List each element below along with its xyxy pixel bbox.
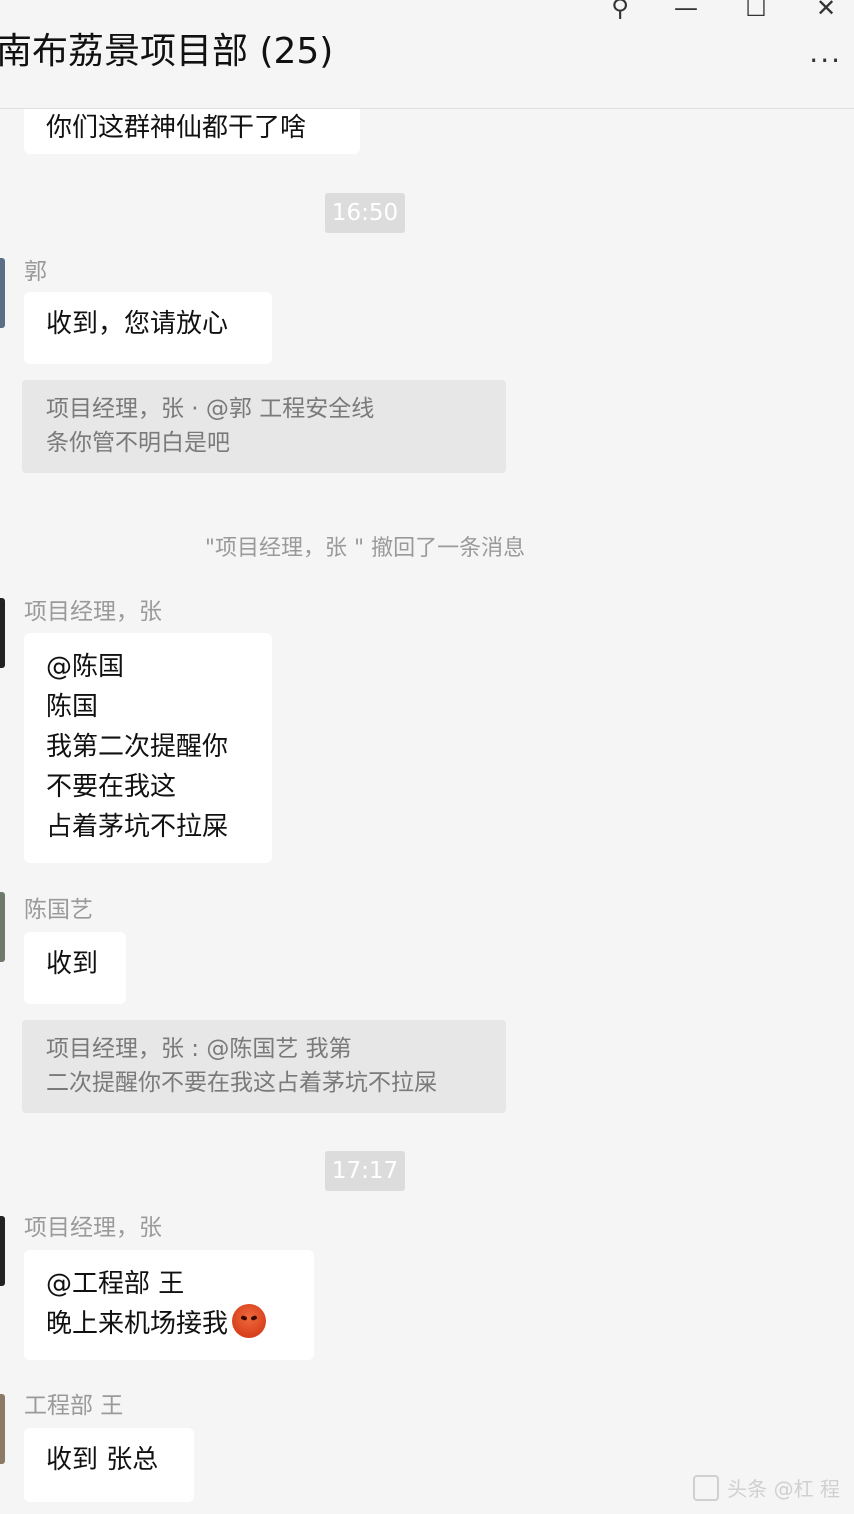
maximize-button[interactable]: ☐ bbox=[738, 0, 774, 24]
watermark: 头条 @杠 程 bbox=[693, 1473, 840, 1502]
message-bubble[interactable]: 收到 张总 bbox=[24, 1428, 194, 1502]
message-bubble[interactable]: 收到 bbox=[24, 932, 126, 1004]
chat-window: 你们这群神仙都干了啥 16:50 郭 收到，您请放心 项目经理，张 · @郭 工… bbox=[0, 0, 854, 1514]
message-text: 晚上来机场接我 bbox=[46, 1309, 229, 1339]
message-list[interactable]: 你们这群神仙都干了啥 16:50 郭 收到，您请放心 项目经理，张 · @郭 工… bbox=[0, 0, 854, 1514]
message-text: 占着茅坑不拉屎 bbox=[46, 812, 229, 842]
watermark-logo-icon bbox=[693, 1475, 720, 1501]
sender-name: 项目经理，张 bbox=[24, 599, 162, 625]
minimize-button[interactable]: — bbox=[668, 0, 704, 24]
message-bubble[interactable]: 收到，您请放心 bbox=[24, 292, 272, 364]
sender-name: 郭 bbox=[24, 259, 47, 285]
message-text: 你们这群神仙都干了啥 bbox=[46, 113, 307, 143]
message-text: 收到 bbox=[46, 949, 99, 979]
more-options-button[interactable]: ··· bbox=[809, 44, 842, 77]
message-text: 收到，您请放心 bbox=[46, 309, 229, 339]
message-text: 我第二次提醒你 bbox=[46, 732, 229, 762]
message-bubble[interactable]: @陈国 陈国 我第二次提醒你 不要在我这 占着茅坑不拉屎 bbox=[24, 633, 272, 863]
sender-name: 陈国艺 bbox=[24, 897, 93, 923]
quote-line: 条你管不明白是吧 bbox=[46, 430, 230, 456]
message-text: 收到 张总 bbox=[46, 1445, 159, 1475]
timestamp: 16:50 bbox=[325, 193, 405, 233]
watermark-text: 头条 @杠 程 bbox=[727, 1477, 840, 1501]
message-text: 陈国 bbox=[46, 692, 99, 722]
avatar[interactable] bbox=[0, 1216, 5, 1286]
message-text: @陈国 bbox=[46, 652, 125, 682]
quoted-message[interactable]: 项目经理，张 : @陈国艺 我第 二次提醒你不要在我这占着茅坑不拉屎 bbox=[22, 1020, 506, 1113]
quote-line: 二次提醒你不要在我这占着茅坑不拉屎 bbox=[46, 1070, 437, 1096]
angry-face-icon bbox=[232, 1304, 267, 1338]
pin-icon[interactable]: ⚲ bbox=[602, 0, 638, 24]
system-notice: "项目经理，张 " 撤回了一条消息 bbox=[204, 536, 526, 561]
sender-name: 工程部 王 bbox=[24, 1393, 124, 1419]
message-text: 不要在我这 bbox=[46, 772, 177, 802]
quoted-message[interactable]: 项目经理，张 · @郭 工程安全线 条你管不明白是吧 bbox=[22, 380, 506, 473]
title-bar: 南布荔景项目部 (25) ⚲ — ☐ ✕ ··· bbox=[0, 0, 854, 109]
quote-line: 项目经理，张 : @陈国艺 我第 bbox=[46, 1036, 352, 1062]
avatar[interactable] bbox=[0, 892, 5, 962]
timestamp: 17:17 bbox=[325, 1151, 405, 1191]
chat-title: 南布荔景项目部 (25) bbox=[0, 31, 334, 72]
quote-line: 项目经理，张 · @郭 工程安全线 bbox=[46, 396, 375, 422]
avatar[interactable] bbox=[0, 1394, 5, 1464]
sender-name: 项目经理，张 bbox=[24, 1215, 162, 1241]
avatar[interactable] bbox=[0, 598, 5, 668]
message-text: @工程部 王 bbox=[46, 1269, 185, 1299]
close-button[interactable]: ✕ bbox=[808, 0, 844, 24]
avatar[interactable] bbox=[0, 258, 5, 328]
message-text-line: 晚上来机场接我 bbox=[46, 1304, 292, 1344]
message-bubble[interactable]: @工程部 王 晚上来机场接我 bbox=[24, 1250, 314, 1360]
